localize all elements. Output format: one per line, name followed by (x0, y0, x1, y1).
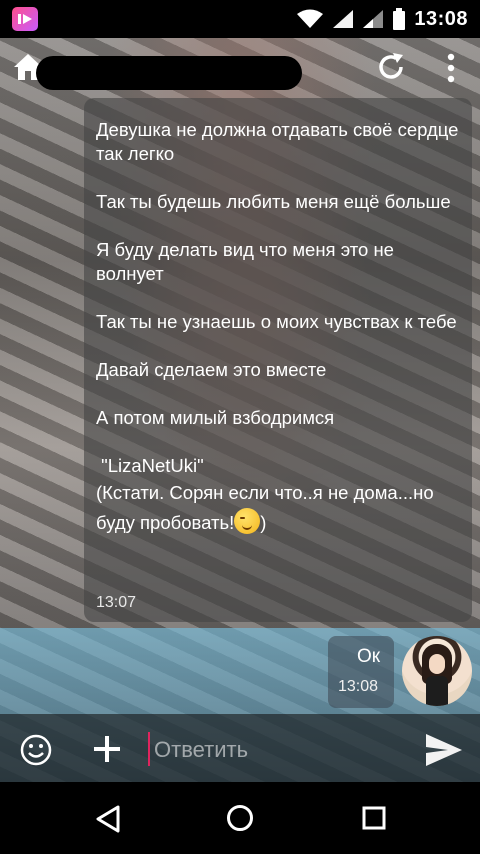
refresh-icon[interactable] (376, 52, 408, 84)
wink-emoji-icon (234, 508, 261, 534)
send-icon[interactable] (424, 730, 464, 770)
avatar-body (426, 676, 448, 706)
message-line: Я буду делать вид что меня это не волнуе… (96, 239, 394, 284)
status-bar: 13:08 (0, 0, 480, 38)
message-line: Девушка не должна отдавать своё сердце т… (96, 119, 459, 164)
outgoing-message-time: 13:08 (338, 678, 379, 695)
message-line: А потом милый взбодримся (96, 407, 335, 428)
add-icon[interactable] (92, 734, 122, 764)
incoming-message-time: 13:07 (96, 594, 137, 611)
signal-icon (363, 10, 384, 28)
incoming-message-text: Девушка не должна отдавать своё сердце т… (96, 118, 462, 538)
outgoing-message-text: Ок (357, 646, 381, 667)
back-icon[interactable] (94, 804, 122, 834)
message-line: Давай сделаем это вместе (96, 359, 327, 380)
status-icons: 13:08 (296, 0, 468, 38)
battery-icon (393, 8, 406, 30)
wifi-icon (297, 9, 324, 28)
app-badge-icon (12, 7, 38, 31)
emoji-icon[interactable] (20, 734, 52, 766)
chat-title-redacted[interactable] (36, 56, 302, 90)
text-cursor (148, 732, 150, 766)
home-circle-icon[interactable] (226, 804, 254, 832)
message-note: (Кстати. Сорян если что..я не дома...но … (96, 478, 462, 538)
message-note-end: ) (260, 512, 267, 533)
message-signature: "LizaNetUki" (96, 455, 204, 476)
recents-icon[interactable] (362, 806, 386, 830)
reply-input[interactable] (152, 730, 416, 770)
avatar-face (429, 654, 445, 674)
more-vertical-icon[interactable] (440, 52, 462, 84)
message-line: Так ты будешь любить меня ещё больше (96, 191, 451, 212)
status-clock: 13:08 (414, 7, 468, 30)
avatar[interactable] (402, 636, 472, 706)
message-line: Так ты не узнаешь о моих чувствах к тебе (96, 311, 457, 332)
signal-icon (333, 10, 354, 28)
